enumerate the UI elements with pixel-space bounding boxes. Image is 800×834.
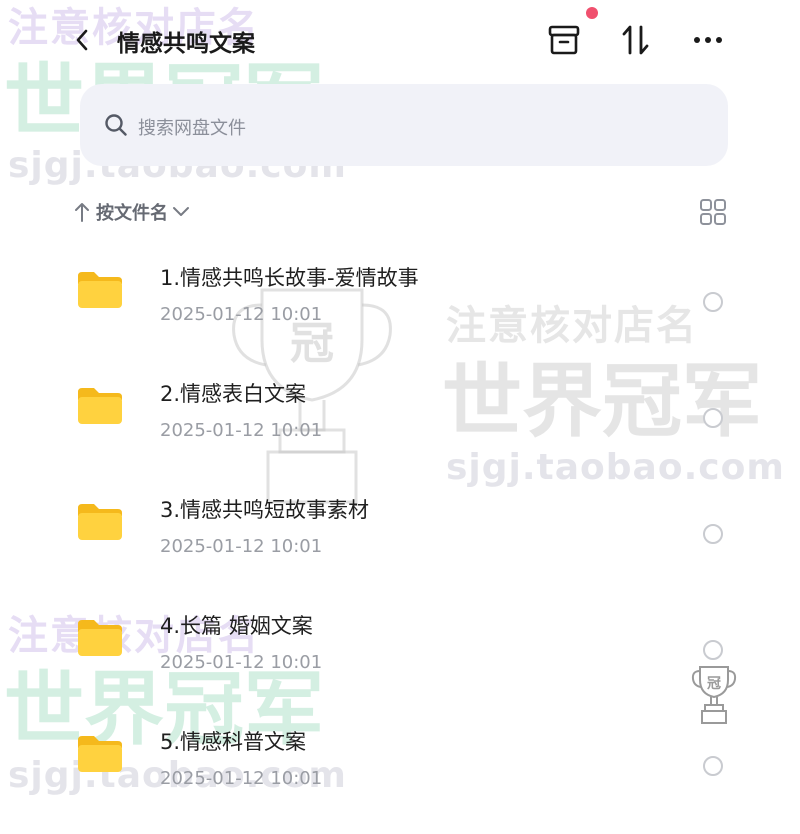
top-bar: 情感共鸣文案 <box>0 0 800 84</box>
more-button[interactable] <box>688 20 728 60</box>
transfer-box-button[interactable] <box>544 20 584 60</box>
folder-icon <box>78 504 122 540</box>
file-date: 2025-01-12 10:01 <box>160 536 323 557</box>
file-name: 5.情感科普文案 <box>160 730 307 754</box>
sort-label: 按文件名 <box>96 203 168 224</box>
folder-icon <box>78 620 122 656</box>
file-list-item[interactable]: 4.长篇 婚姻文案 2025-01-12 10:01 <box>0 602 800 718</box>
arrow-up-icon <box>75 203 89 222</box>
search-input[interactable]: 搜索网盘文件 <box>80 84 728 166</box>
folder-icon <box>78 272 122 308</box>
file-list-item[interactable]: 3.情感共鸣短故事素材 2025-01-12 10:01 <box>0 486 800 602</box>
back-button[interactable] <box>66 22 98 58</box>
folder-icon <box>78 736 122 772</box>
select-radio[interactable] <box>703 756 723 776</box>
file-date: 2025-01-12 10:01 <box>160 420 323 441</box>
page-title: 情感共鸣文案 <box>117 31 255 57</box>
chevron-down-icon <box>173 207 189 216</box>
file-date: 2025-01-12 10:01 <box>160 652 323 673</box>
inbox-box-icon <box>548 25 580 55</box>
file-list-item[interactable]: 2.情感表白文案 2025-01-12 10:01 <box>0 370 800 486</box>
select-radio[interactable] <box>703 292 723 312</box>
file-list-item[interactable]: 1.情感共鸣长故事-爱情故事 2025-01-12 10:01 <box>0 254 800 370</box>
file-name: 3.情感共鸣短故事素材 <box>160 498 370 522</box>
file-name: 1.情感共鸣长故事-爱情故事 <box>160 266 419 290</box>
file-list-item[interactable]: 5.情感科普文案 2025-01-12 10:01 <box>0 718 800 834</box>
file-date: 2025-01-12 10:01 <box>160 304 323 325</box>
search-icon <box>105 114 127 136</box>
sort-by-name-button[interactable]: 按文件名 <box>74 198 190 226</box>
search-placeholder: 搜索网盘文件 <box>138 118 246 139</box>
select-radio[interactable] <box>703 640 723 660</box>
more-dots-icon <box>694 37 722 43</box>
select-radio[interactable] <box>703 408 723 428</box>
select-radio[interactable] <box>703 524 723 544</box>
sort-arrows-icon <box>622 25 649 55</box>
folder-icon <box>78 388 122 424</box>
grid-view-icon <box>700 199 726 225</box>
notification-dot <box>586 7 598 19</box>
file-name: 2.情感表白文案 <box>160 382 307 406</box>
file-date: 2025-01-12 10:01 <box>160 768 323 789</box>
sort-order-button[interactable] <box>616 20 656 60</box>
chevron-left-icon <box>76 29 88 51</box>
file-name: 4.长篇 婚姻文案 <box>160 614 313 638</box>
grid-view-toggle[interactable] <box>699 198 727 226</box>
